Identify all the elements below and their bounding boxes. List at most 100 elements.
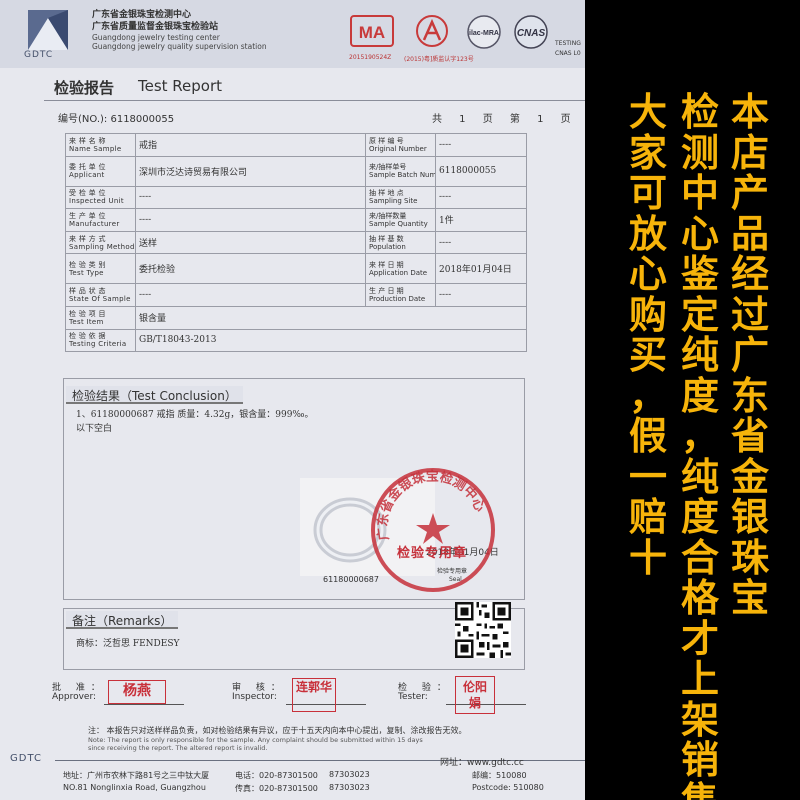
field-label-en: Applicant <box>69 171 105 180</box>
promo-char: 才 <box>680 616 719 661</box>
field-label-2-cn: 来/抽样数量 <box>369 211 407 220</box>
cnas-mark-text: CNAS <box>517 28 546 39</box>
conclusion-result-line: 1、61180000687 戒指 质量：4.32g，银含量：999‰。 <box>76 410 314 420</box>
field-label-2-cn: 原 样 编 号 <box>369 136 404 145</box>
field-label-2-en: Sample Quantity <box>369 219 428 228</box>
field-label-2: 原 样 编 号 Original Number <box>365 133 436 157</box>
footer-postcode: 邮编：510080 <box>472 771 527 780</box>
report-number: 编号(NO.): 6118000055 <box>58 114 175 125</box>
promo-char: 金 <box>730 454 769 499</box>
lab-name-en-1: Guangdong jewelry testing center <box>92 33 220 42</box>
lab-name-en-2: Guangdong jewelry quality supervision st… <box>92 42 267 51</box>
promo-char: ， <box>680 414 719 458</box>
inspector-stamp: 连郭华 <box>292 678 336 712</box>
field-label-cn: 委 托 单 位 <box>69 163 106 172</box>
field-label-en: State Of Sample <box>69 295 131 304</box>
field-value-2: 6118000055 <box>435 155 527 187</box>
field-label-2-en: Production Date <box>369 295 426 304</box>
field-label-en: Manufacturer <box>69 219 120 228</box>
field-label-cn: 检 验 依 据 <box>69 332 106 341</box>
field-label-cn: 检 验 项 目 <box>69 309 106 318</box>
field-label: 检 验 依 据 Testing Criteria <box>65 328 136 353</box>
field-label: 来 样 方 式 Sampling Method <box>65 230 136 255</box>
footer-postcode-en: Postcode: 510080 <box>472 783 544 792</box>
field-value-2: ---- <box>435 230 527 255</box>
cnas-mark-icon: CNAS <box>514 15 548 49</box>
cal-mark-icon <box>416 15 448 47</box>
cma-mark-icon: MA <box>350 15 394 47</box>
field-value: 送样 <box>135 230 366 255</box>
field-label: 检 验 类 别 Test Type <box>65 253 136 285</box>
promo-char: 心 <box>628 252 667 296</box>
field-label: 样 品 状 态 State Of Sample <box>65 283 136 307</box>
promo-char: 检 <box>680 90 719 134</box>
footer-note-en-line-2: since receiving the report. The altered … <box>88 744 268 752</box>
promo-char: 售 <box>681 780 719 800</box>
footer-phone: 电话：020-87301500 <box>235 771 318 780</box>
footer-fax: 传真：020-87301500 <box>235 784 318 793</box>
promo-column-3: 大家可放心购买，假一赔十 <box>623 92 673 578</box>
promo-char: 十 <box>628 535 667 580</box>
field-label-2-cn: 来/抽样单号 <box>369 163 407 172</box>
promo-char: 鉴 <box>680 252 719 296</box>
promo-char: 珠 <box>730 535 769 580</box>
promo-char: 银 <box>730 495 769 539</box>
field-label-2: 来 样 日 期 Application Date <box>365 253 436 285</box>
field-label-2: 抽 样 地 点 Sampling Site <box>365 185 436 210</box>
conclusion-blank-note: 以下空白 <box>76 424 113 434</box>
report-title-cn: 检验报告 <box>54 79 115 97</box>
field-label-en: Name Sample <box>69 144 122 153</box>
info-row: 受 检 单 位 Inspected Unit ---- 抽 样 地 点 Sampling… <box>65 185 527 210</box>
info-row: 检 验 类 别 Test Type 委托检验来 样 日 期 Application D… <box>65 253 527 285</box>
info-row: 生 产 单 位 Manufacturer ---- 来/抽样数量 Sample Quan… <box>65 208 527 232</box>
field-label-cn: 检 验 类 别 <box>69 260 106 269</box>
field-label-2: 生 产 日 期 Production Date <box>365 283 436 307</box>
field-label-cn: 来 样 名 称 <box>69 136 106 145</box>
promo-char: 中 <box>680 171 719 215</box>
field-value-2: 1件 <box>435 208 527 232</box>
field-label-en: Inspected Unit <box>69 197 124 206</box>
field-label: 生 产 单 位 Manufacturer <box>65 208 136 232</box>
remarks-heading: 备注（Remarks） <box>66 611 179 629</box>
sample-info-table: 来 样 名 称 Name Sample 戒指原 样 编 号 Original Numb… <box>65 133 527 353</box>
field-label: 检 验 项 目 Test Item <box>65 305 136 330</box>
field-label-en: Sampling Method <box>69 242 135 251</box>
promo-char: 放 <box>628 211 667 256</box>
field-label: 受 检 单 位 Inspected Unit <box>65 185 136 210</box>
report-title-en: Test Report <box>138 77 223 95</box>
field-value: 银含量 <box>135 305 527 330</box>
field-label-2-cn: 生 产 日 期 <box>369 287 404 296</box>
promo-char: 纯 <box>680 333 719 377</box>
conclusion-heading: 检验结果（Test Conclusion） <box>66 386 243 404</box>
field-value-2: ---- <box>435 133 527 157</box>
ilac-mark-icon: ilac-MRA <box>467 15 501 49</box>
promo-char: 购 <box>628 292 667 337</box>
footer-website: 网址：www.gdtc.cc <box>440 758 524 768</box>
field-label-cn: 样 品 状 态 <box>69 287 106 296</box>
info-row: 来 样 名 称 Name Sample 戒指原 样 编 号 Original Numb… <box>65 133 527 157</box>
field-label-2-cn: 抽 样 地 点 <box>369 189 404 198</box>
promo-char: 上 <box>680 657 719 701</box>
promo-char: 产 <box>730 171 769 215</box>
promo-char: 省 <box>730 414 769 458</box>
field-label-en: Test Type <box>69 268 104 277</box>
promo-char: 测 <box>680 130 719 175</box>
footer-fax-2: 87303023 <box>329 783 370 792</box>
field-value-2: ---- <box>435 185 527 210</box>
field-label: 来 样 名 称 Name Sample <box>65 133 136 157</box>
inspector-label-en: Inspector: <box>232 692 277 702</box>
promo-char: 可 <box>628 171 667 215</box>
promo-char: 家 <box>628 130 667 175</box>
field-value: ---- <box>135 208 366 232</box>
promo-char: 大 <box>628 90 667 134</box>
cnas-number: CNAS L0 <box>555 50 581 57</box>
approver-label-en: Approver: <box>52 692 97 702</box>
approver-stamp: 杨燕 <box>108 680 166 704</box>
info-row: 委 托 单 位 Applicant 深圳市泛达诗贸易有限公司 来/抽样单号 Sample… <box>65 155 527 187</box>
footer-phone-2: 87303023 <box>329 770 370 779</box>
field-label: 委 托 单 位 Applicant <box>65 155 136 187</box>
promo-char: 度 <box>680 495 719 539</box>
field-value-2: 2018年01月04日 <box>435 253 527 285</box>
field-label-en: Testing Criteria <box>69 340 127 349</box>
field-label-2-en: Application Date <box>369 268 428 277</box>
